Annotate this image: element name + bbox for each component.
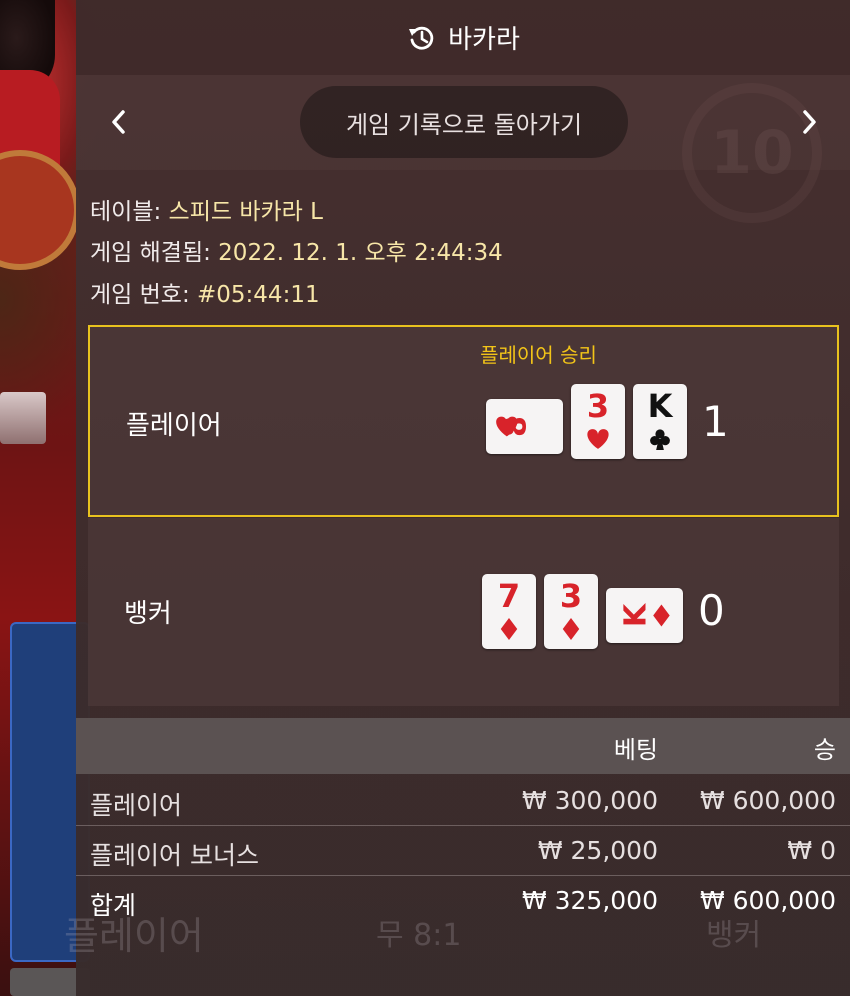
svg-text:3: 3: [560, 577, 582, 615]
total-bet: ₩ 325,000: [521, 886, 658, 915]
history-icon: [409, 26, 434, 50]
banker-score: 0: [698, 586, 725, 635]
bet-amount: ₩ 300,000: [521, 786, 658, 815]
resolved-label: 게임 해결됨:: [90, 240, 219, 266]
panel-header: 바카라: [76, 0, 850, 75]
svg-text:7: 7: [498, 577, 520, 615]
resolved-value: 2022. 12. 1. 오후 2:44:34: [218, 240, 503, 266]
total-win: ₩ 600,000: [699, 886, 836, 915]
player-score: 1: [702, 397, 729, 446]
total-label: 합계: [90, 891, 137, 920]
card-shoe-image: [0, 392, 46, 444]
table-row: 플레이어 보너스 ₩ 25,000 ₩ 0: [76, 826, 850, 876]
table-value: 스피드 바카라 L: [168, 199, 323, 225]
game-number-info: 게임 번호: #05:44:11: [90, 275, 320, 309]
svg-text:3: 3: [587, 387, 609, 425]
bet-name: 플레이어: [90, 791, 183, 820]
svg-text:K: K: [648, 387, 674, 425]
chevron-right-icon: [803, 110, 816, 134]
history-nav: 10 게임 기록으로 돌아가기: [76, 75, 850, 223]
playing-card: 7: [482, 574, 536, 649]
table-info: 테이블: 스피드 바카라 L: [90, 192, 323, 226]
bets-table-header: 베팅 승: [76, 718, 850, 774]
round-badge: 10: [682, 83, 822, 223]
player-result: 플레이어 승리 플레이어 8 3 K 1: [88, 325, 839, 517]
bet-amount: ₩ 25,000: [537, 836, 658, 865]
banker-result: 뱅커 7 3 K 0: [88, 518, 839, 706]
win-amount: ₩ 600,000: [699, 786, 836, 815]
next-game-button[interactable]: [794, 105, 824, 139]
game-number-label: 게임 번호:: [90, 282, 198, 308]
table-label: 테이블:: [90, 199, 169, 225]
game-history-panel: 바카라 10 게임 기록으로 돌아가기 테이블: 스피드 바카라 L 게임 해결…: [64, 0, 850, 996]
playing-card: 3: [544, 574, 598, 649]
playing-card: K: [633, 384, 687, 459]
resolved-info: 게임 해결됨: 2022. 12. 1. 오후 2:44:34: [90, 233, 503, 267]
playing-card: 3: [571, 384, 625, 459]
win-column-header: 승: [813, 736, 836, 764]
svg-text:K: K: [618, 602, 653, 627]
chevron-left-icon: [112, 110, 125, 134]
bet-name: 플레이어 보너스: [90, 841, 259, 870]
back-to-history-button[interactable]: 게임 기록으로 돌아가기: [300, 86, 628, 158]
table-row: 플레이어 ₩ 300,000 ₩ 600,000: [76, 776, 850, 826]
win-amount: ₩ 0: [787, 836, 836, 865]
page-title: 바카라: [448, 25, 520, 55]
playing-card: 8: [486, 399, 563, 454]
bet-column-header: 베팅: [613, 736, 658, 764]
banker-label: 뱅커: [124, 599, 172, 629]
winner-label: 플레이어 승리: [480, 343, 597, 367]
playing-card: K: [606, 588, 683, 643]
player-label: 플레이어: [126, 411, 222, 441]
total-row: 합계 ₩ 325,000 ₩ 600,000: [76, 876, 850, 926]
prev-game-button[interactable]: [104, 105, 134, 139]
game-number-value: #05:44:11: [197, 282, 320, 308]
